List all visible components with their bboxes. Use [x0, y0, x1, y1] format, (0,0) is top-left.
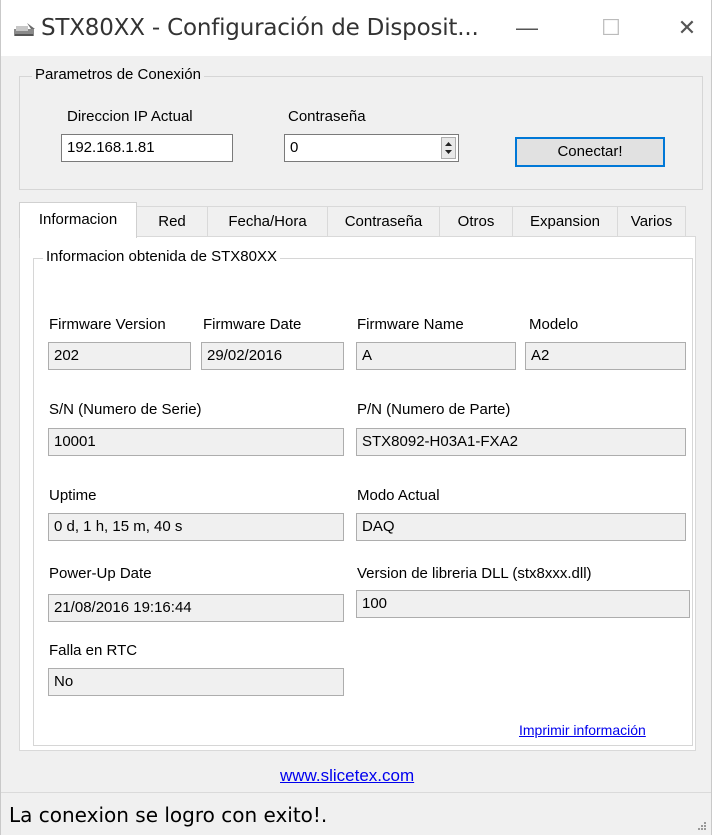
connect-button[interactable]: Conectar! [515, 137, 665, 167]
pn-field[interactable]: STX8092-H03A1-FXA2 [356, 428, 686, 456]
modelo-field[interactable]: A2 [525, 342, 686, 370]
rtc-fail-label: Falla en RTC [49, 642, 138, 659]
password-stepper[interactable]: 0 [284, 134, 459, 162]
firmware-name-label: Firmware Name [357, 316, 464, 333]
firmware-name-field[interactable]: A [356, 342, 516, 370]
website-link[interactable]: www.slicetex.com [280, 766, 414, 786]
firmware-date-label: Firmware Date [203, 316, 302, 333]
firmware-version-field[interactable]: 202 [48, 342, 191, 370]
ip-label: Direccion IP Actual [67, 108, 193, 125]
password-value: 0 [290, 139, 299, 156]
powerup-date-label: Power-Up Date [49, 565, 152, 582]
uptime-label: Uptime [49, 487, 97, 504]
resize-grip-icon[interactable] [697, 821, 707, 831]
firmware-date-field[interactable]: 29/02/2016 [201, 342, 344, 370]
ip-input[interactable]: 192.168.1.81 [61, 134, 233, 162]
tab-otros[interactable]: Otros [439, 206, 513, 236]
uptime-field[interactable]: 0 d, 1 h, 15 m, 40 s [48, 513, 344, 541]
powerup-date-field[interactable]: 21/08/2016 19:16:44 [48, 594, 344, 622]
modo-actual-label: Modo Actual [357, 487, 440, 504]
minimize-icon[interactable]: — [499, 0, 555, 56]
tab-red[interactable]: Red [136, 206, 208, 236]
maximize-icon[interactable]: ☐ [583, 0, 639, 56]
sn-label: S/N (Numero de Serie) [49, 401, 202, 418]
tab-informacion[interactable]: Informacion [19, 202, 137, 238]
dll-version-field[interactable]: 100 [356, 590, 690, 618]
pn-label: P/N (Numero de Parte) [357, 401, 511, 418]
password-label: Contraseña [288, 108, 366, 125]
print-info-link[interactable]: Imprimir información [519, 722, 646, 738]
sn-field[interactable]: 10001 [48, 428, 344, 456]
tab-contrasena[interactable]: Contraseña [327, 206, 440, 236]
tab-fecha-hora[interactable]: Fecha/Hora [207, 206, 328, 236]
modo-actual-field[interactable]: DAQ [356, 513, 686, 541]
rtc-fail-field[interactable]: No [48, 668, 344, 696]
title-bar[interactable]: STX80XX - Configuración de Disposit... —… [1, 0, 711, 56]
stepper-arrows[interactable] [441, 137, 456, 159]
connection-group-label: Parametros de Conexión [32, 66, 204, 83]
app-icon [14, 23, 35, 36]
status-bar: La conexion se logro con exito!. [1, 792, 711, 835]
app-window: STX80XX - Configuración de Disposit... —… [0, 0, 712, 835]
modelo-label: Modelo [529, 316, 579, 333]
window-title: STX80XX - Configuración de Disposit... [41, 15, 479, 41]
tab-expansion[interactable]: Expansion [512, 206, 618, 236]
close-icon[interactable]: ✕ [659, 0, 712, 56]
dll-version-label: Version de libreria DLL (stx8xxx.dll) [357, 565, 592, 582]
firmware-version-label: Firmware Version [49, 316, 166, 333]
connection-groupbox [19, 76, 703, 190]
tab-varios[interactable]: Varios [617, 206, 686, 236]
up-down-arrows-icon [445, 142, 452, 154]
status-text: La conexion se logro con exito!. [9, 803, 328, 827]
info-group-label: Informacion obtenida de STX80XX [43, 248, 280, 265]
